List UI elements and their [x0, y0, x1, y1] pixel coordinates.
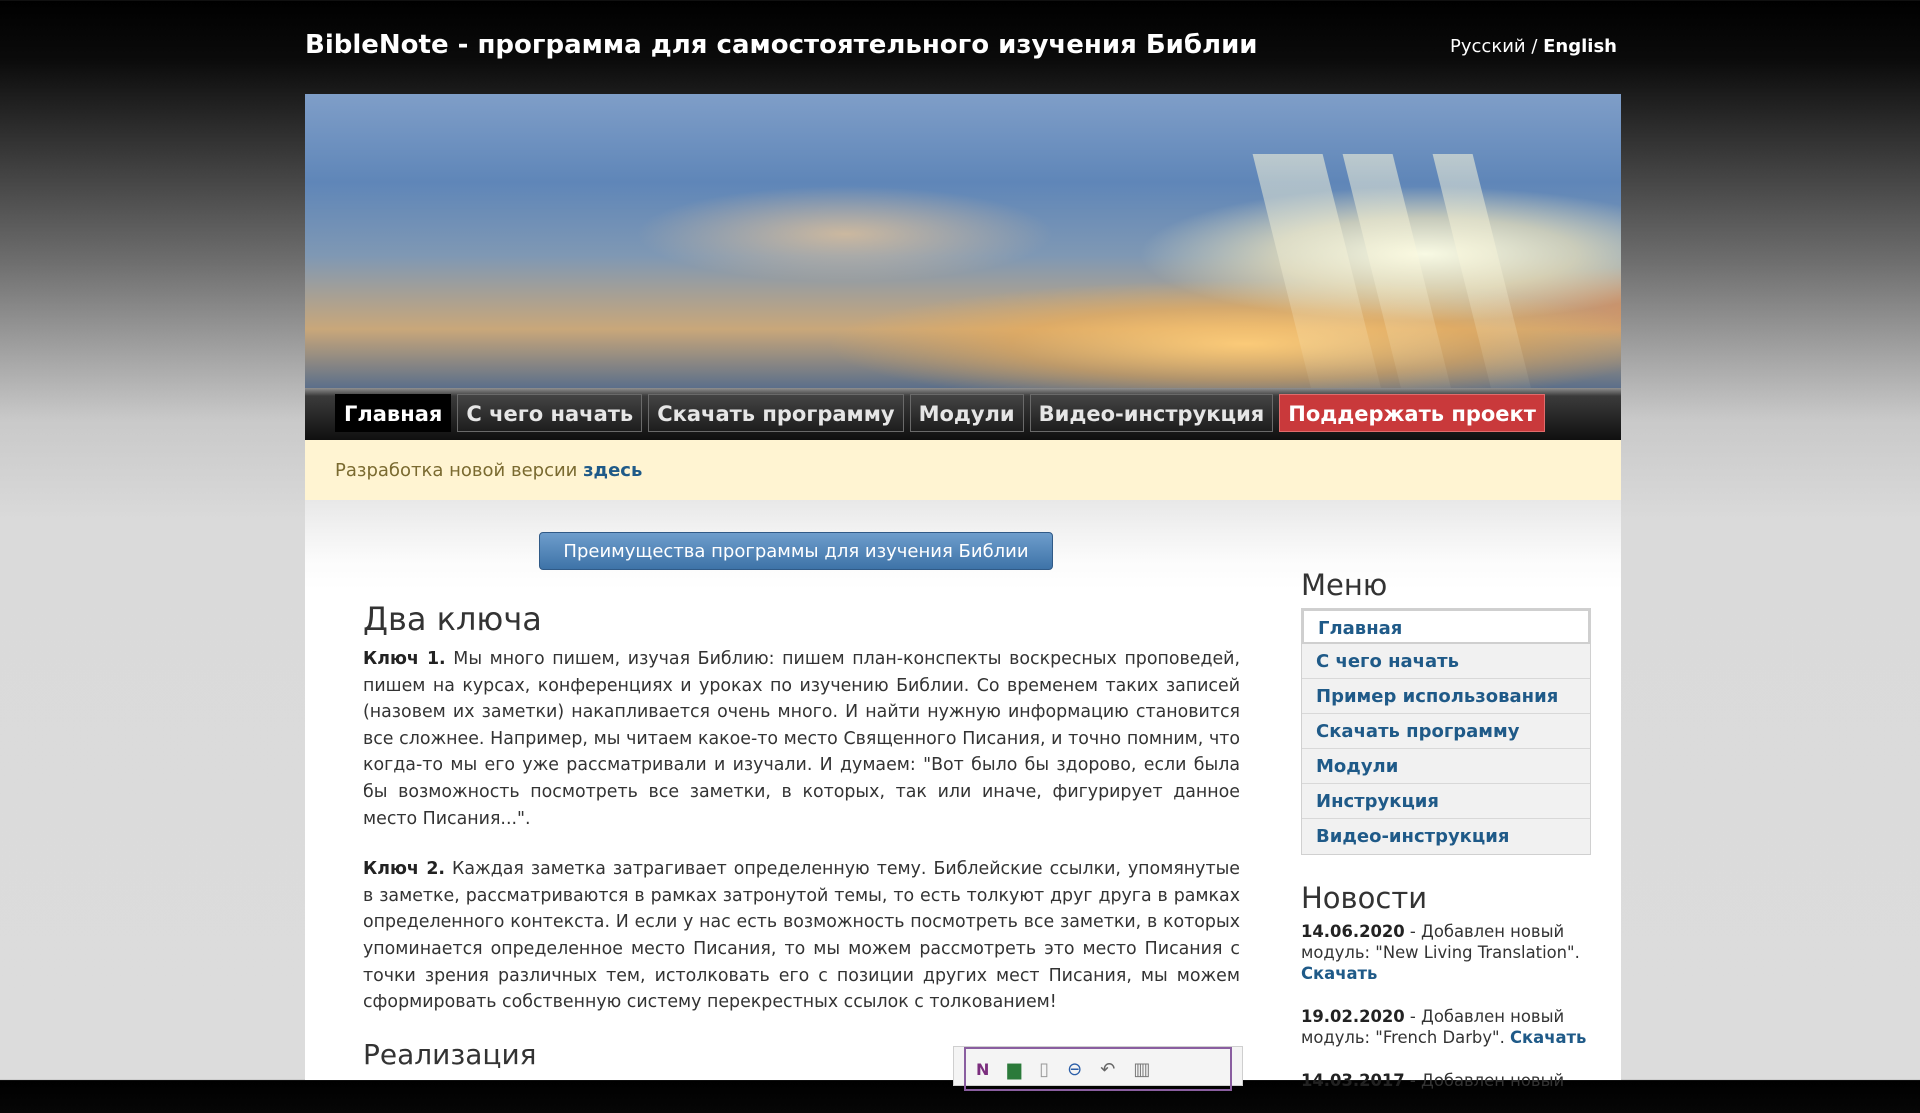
news-text: - Добавлен новый [1404, 1071, 1565, 1090]
news-item: 14.06.2020 - Добавлен новый модуль: "New… [1301, 921, 1591, 984]
book-icon: ▥ [1133, 1058, 1151, 1080]
key1-text: Мы много пишем, изучая Библию: пишем пла… [363, 649, 1240, 829]
sidebar-menu: Главная С чего начать Пример использован… [1301, 608, 1591, 855]
nav-home[interactable]: Главная [335, 394, 452, 432]
key1-paragraph: Ключ 1. Мы много пишем, изучая Библию: п… [363, 646, 1240, 832]
sidebar-item-getting-started[interactable]: С чего начать [1302, 644, 1590, 679]
save-icon: ▆ [1007, 1058, 1022, 1080]
lang-separator: / [1525, 36, 1544, 57]
top-bar: BibleNote - программа для самостоятельно… [305, 30, 1617, 66]
key1-label: Ключ 1. [363, 649, 446, 669]
light-ray [1432, 154, 1538, 388]
sidebar-item-instructions[interactable]: Инструкция [1302, 784, 1590, 819]
sidebar-item-usage-example[interactable]: Пример использования [1302, 679, 1590, 714]
site-title: BibleNote - программа для самостоятельно… [305, 30, 1258, 60]
key2-text: Каждая заметка затрагивает определенную … [363, 859, 1240, 1013]
article-heading: Два ключа [363, 600, 542, 638]
nav-donate[interactable]: Поддержать проект [1279, 394, 1545, 432]
main-article: Два ключа Ключ 1. Мы много пишем, изучая… [363, 600, 1240, 1040]
key2-label: Ключ 2. [363, 859, 446, 880]
nav-download[interactable]: Скачать программу [648, 394, 904, 432]
content-area: Преимущества программы для изучения Библ… [305, 500, 1621, 1091]
news-item: 19.02.2020 - Добавлен новый модуль: "Fre… [1301, 1006, 1591, 1048]
news-date: 14.03.2017 [1301, 1071, 1405, 1090]
lang-russian-link[interactable]: Русский [1450, 36, 1526, 57]
nav-modules[interactable]: Модули [909, 394, 1024, 432]
main-navigation: Главная С чего начать Скачать программу … [305, 388, 1621, 440]
lang-english-link[interactable]: English [1543, 36, 1617, 57]
document-icon: ▯ [1039, 1058, 1050, 1080]
news-download-link[interactable]: Скачать [1510, 1028, 1586, 1047]
sidebar-item-home[interactable]: Главная [1302, 609, 1590, 644]
news-date: 19.02.2020 [1301, 1007, 1405, 1026]
sidebar: Меню Главная С чего начать Пример исполь… [1301, 568, 1591, 1113]
news-date: 14.06.2020 [1301, 922, 1405, 941]
sidebar-item-video-guide[interactable]: Видео-инструкция [1302, 819, 1590, 854]
nav-video-guide[interactable]: Видео-инструкция [1029, 394, 1274, 432]
back-icon: ⊖ [1067, 1058, 1083, 1080]
news-item: 14.03.2017 - Добавлен новый [1301, 1070, 1591, 1091]
sidebar-item-download[interactable]: Скачать программу [1302, 714, 1590, 749]
sidebar-item-modules[interactable]: Модули [1302, 749, 1590, 784]
notice-link[interactable]: здесь [583, 460, 642, 481]
key2-paragraph: Ключ 2. Каждая заметка затрагивает опред… [363, 856, 1240, 1016]
news-download-link[interactable]: Скачать [1301, 964, 1377, 983]
undo-icon: ↶ [1100, 1058, 1116, 1080]
advantages-button[interactable]: Преимущества программы для изучения Библ… [539, 532, 1053, 570]
onenote-icon: N [976, 1059, 990, 1079]
toolbar-screenshot: N ▆ ▯ ⊖ ↶ ▥ [953, 1046, 1243, 1091]
news-title: Новости [1301, 881, 1428, 915]
header-banner-image [305, 94, 1621, 388]
language-switcher: Русский / English [1450, 36, 1617, 57]
realization-heading: Реализация [363, 1038, 537, 1071]
menu-title: Меню [1301, 568, 1388, 602]
notice-text: Разработка новой версии [335, 460, 584, 481]
nav-getting-started[interactable]: С чего начать [457, 394, 643, 432]
notice-bar: Разработка новой версии здесь [305, 440, 1621, 500]
